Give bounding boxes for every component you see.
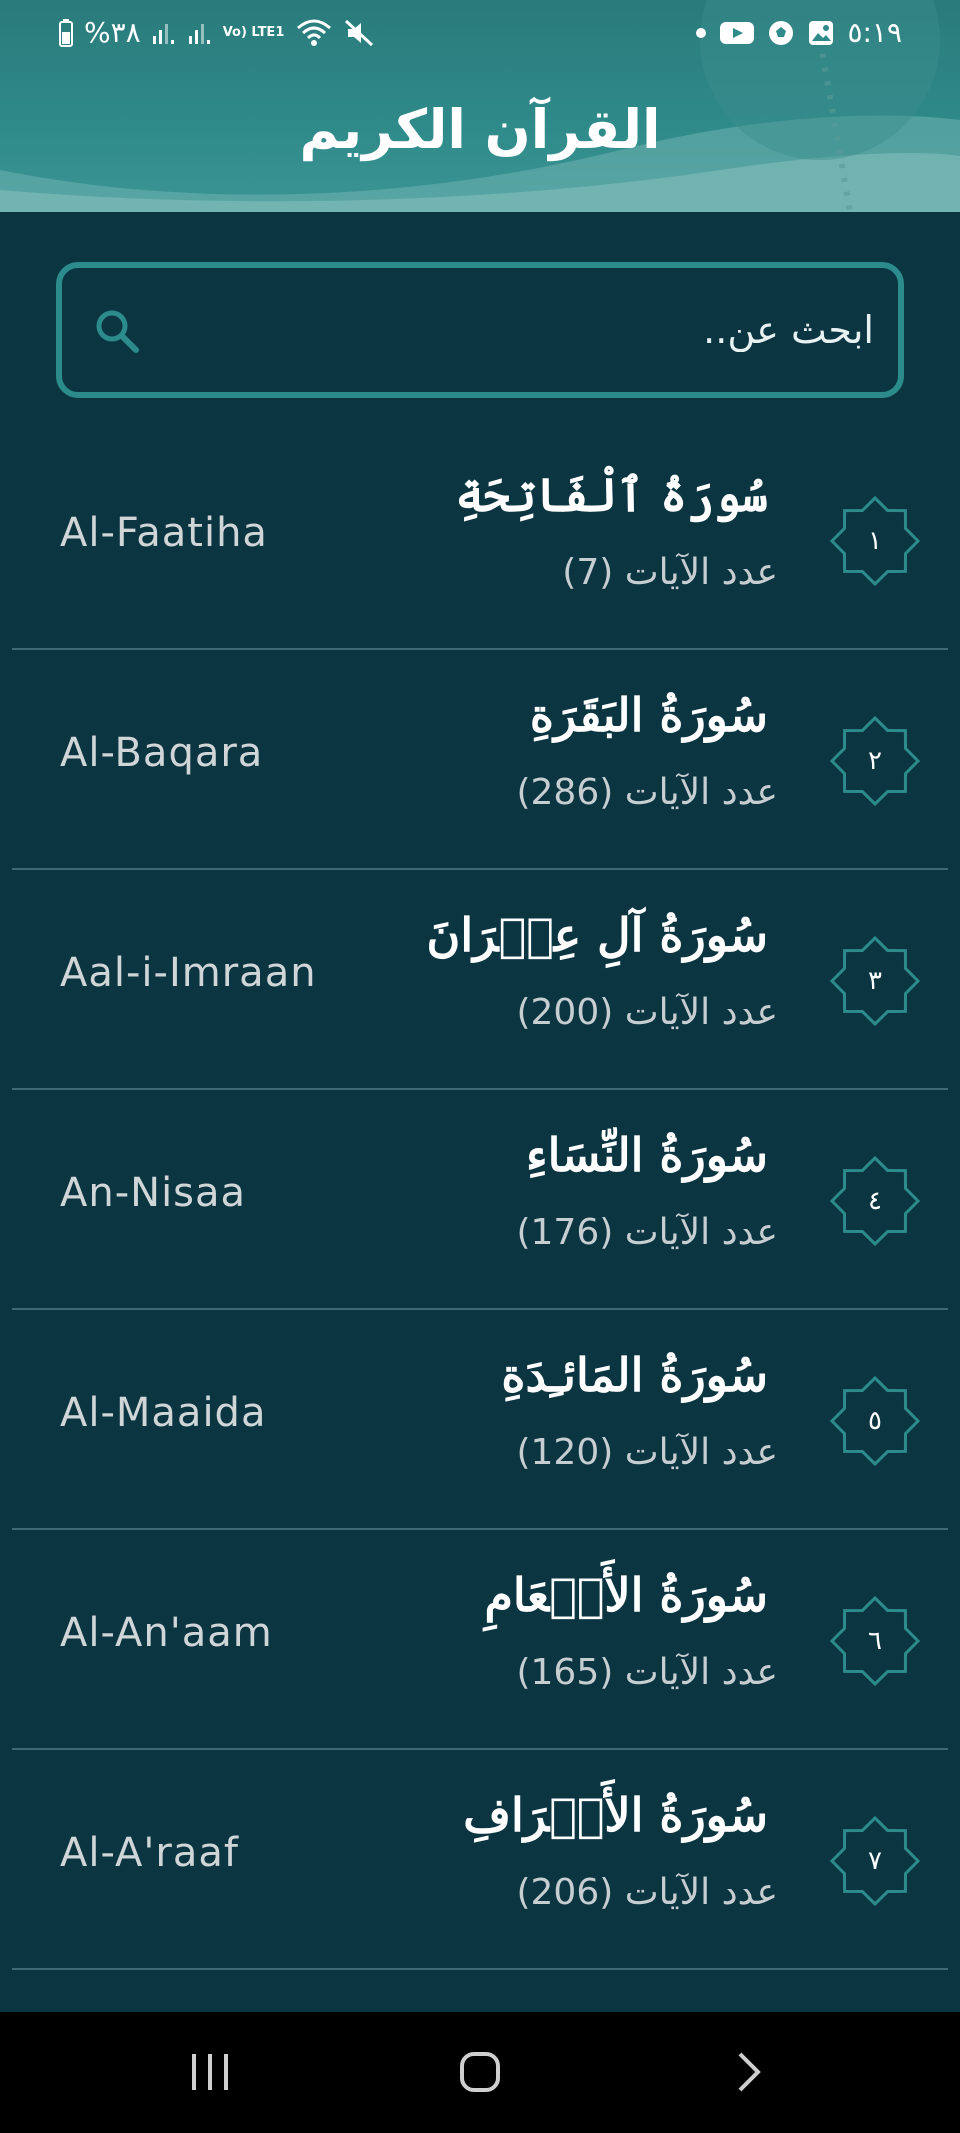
surah-arabic-name: سُورَةُ النِّسَاءِ — [526, 1128, 768, 1182]
surah-row[interactable]: Al-A'raaf سُورَةُ الأَعۡرَافِ عدد الآيات (… — [12, 1750, 948, 1970]
surah-latin-name: Al-Faatiha — [60, 510, 268, 556]
surah-number: ٧ — [868, 1846, 882, 1876]
surah-row[interactable]: Al-An'aam سُورَةُ الأَنۡعَامِ عدد الآيات (… — [12, 1530, 948, 1750]
surah-number-badge: ٤ — [830, 1156, 920, 1246]
youtube-icon — [719, 20, 755, 46]
surah-row[interactable]: Al-Maaida سُورَةُ المَائـِدَةِ عدد الآيات … — [12, 1310, 948, 1530]
surah-latin-name: Al-Maaida — [60, 1390, 267, 1436]
surah-latin-name: An-Nisaa — [60, 1170, 247, 1216]
surah-ayat-count: عدد الآيات (7) — [562, 552, 778, 593]
surah-number: ٤ — [868, 1186, 882, 1216]
search-input[interactable] — [174, 292, 874, 368]
surah-number-badge: ٧ — [830, 1816, 920, 1906]
surah-number-badge: ٦ — [830, 1596, 920, 1686]
search-box[interactable] — [56, 262, 904, 398]
surah-number: ٦ — [868, 1626, 882, 1656]
surah-ayat-count: عدد الآيات (176) — [516, 1212, 778, 1253]
app-header: %٣٨ Vo) LTE1 ٥:١٩ القرآن الكريم — [0, 0, 960, 212]
surah-number-badge: ٣ — [830, 936, 920, 1026]
dot-icon — [695, 27, 707, 39]
football-icon — [767, 19, 795, 47]
surah-arabic-name: سُورَةُ البَقَرَةِ — [529, 688, 768, 742]
signal-icon — [151, 20, 177, 46]
surah-ayat-count: عدد الآيات (200) — [516, 992, 778, 1033]
clock: ٥:١٩ — [847, 16, 902, 49]
surah-ayat-count: عدد الآيات (165) — [516, 1652, 778, 1693]
home-icon[interactable] — [450, 2042, 510, 2102]
search-icon[interactable] — [92, 306, 142, 356]
signal-icon — [187, 20, 213, 46]
surah-arabic-name: سُورَةُ ٱلْفَاتِحَةِ — [455, 468, 769, 522]
surah-number: ١ — [868, 526, 882, 556]
status-right: ٥:١٩ — [695, 16, 902, 49]
page-title: القرآن الكريم — [299, 98, 661, 161]
surah-latin-name: Aal-i-Imraan — [60, 950, 317, 996]
surah-ayat-count: عدد الآيات (206) — [516, 1872, 778, 1913]
surah-arabic-name: سُورَةُ الأَنۡعَامِ — [484, 1568, 768, 1622]
surah-arabic-name: سُورَةُ آلِ عِمۡرَانَ — [426, 908, 768, 962]
volte-icon: Vo) LTE1 — [222, 25, 285, 40]
surah-number: ٣ — [868, 966, 882, 996]
status-left: %٣٨ Vo) LTE1 — [58, 16, 376, 49]
system-nav-bar — [0, 2012, 960, 2133]
surah-row[interactable]: Aal-i-Imraan سُورَةُ آلِ عِمۡرَانَ عدد الآ… — [12, 870, 948, 1090]
surah-number-badge: ٢ — [830, 716, 920, 806]
surah-row[interactable]: An-Nisaa سُورَةُ النِّسَاءِ عدد الآيات (17… — [12, 1090, 948, 1310]
surah-ayat-count: عدد الآيات (120) — [516, 1432, 778, 1473]
surah-list[interactable]: Al-Faatiha سُورَةُ ٱلْفَاتِحَةِ عدد الآيات… — [0, 430, 960, 2010]
battery-icon — [58, 18, 74, 48]
surah-latin-name: Al-A'raaf — [60, 1830, 239, 1876]
battery-percent: %٣٨ — [84, 16, 141, 49]
mute-icon — [344, 18, 376, 48]
surah-number-badge: ١ — [830, 496, 920, 586]
surah-arabic-name: سُورَةُ المَائـِدَةِ — [501, 1348, 768, 1402]
surah-number-badge: ٥ — [830, 1376, 920, 1466]
surah-ayat-count: عدد الآيات (286) — [516, 772, 778, 813]
surah-latin-name: Al-An'aam — [60, 1610, 273, 1656]
surah-row[interactable]: Al-Baqara سُورَةُ البَقَرَةِ عدد الآيات (2… — [12, 650, 948, 870]
gallery-icon — [807, 19, 835, 47]
back-icon[interactable] — [718, 2042, 778, 2102]
surah-number: ٥ — [868, 1406, 882, 1436]
status-bar: %٣٨ Vo) LTE1 ٥:١٩ — [0, 0, 960, 70]
surah-latin-name: Al-Baqara — [60, 730, 264, 776]
surah-row[interactable]: Al-Faatiha سُورَةُ ٱلْفَاتِحَةِ عدد الآيات… — [12, 430, 948, 650]
surah-row-partial[interactable] — [12, 1970, 948, 2010]
surah-number: ٢ — [868, 746, 882, 776]
surah-arabic-name: سُورَةُ الأَعۡرَافِ — [463, 1788, 768, 1842]
recents-icon[interactable] — [180, 2042, 240, 2102]
wifi-icon — [294, 18, 334, 48]
